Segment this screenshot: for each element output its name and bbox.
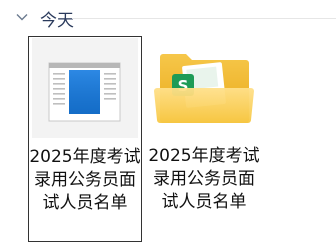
folder-name-label: 2025年度考试录用公务员面试人员名单 (148, 146, 260, 212)
chevron-down-icon[interactable] (14, 9, 30, 25)
spreadsheet-folder-icon: S (148, 36, 260, 140)
folder-item-spreadsheet[interactable]: S 2025年度考试录用公务员面试人员名单 (148, 36, 262, 242)
file-item-document[interactable]: 2025年度考试录用公务员面试人员名单 (28, 36, 142, 242)
document-thumbnail-icon (29, 37, 141, 141)
group-header-today[interactable]: 今天 (0, 0, 336, 36)
group-divider (72, 18, 336, 19)
group-title: 今天 (40, 11, 74, 31)
file-name-label: 2025年度考试录用公务员面试人员名单 (29, 147, 141, 213)
